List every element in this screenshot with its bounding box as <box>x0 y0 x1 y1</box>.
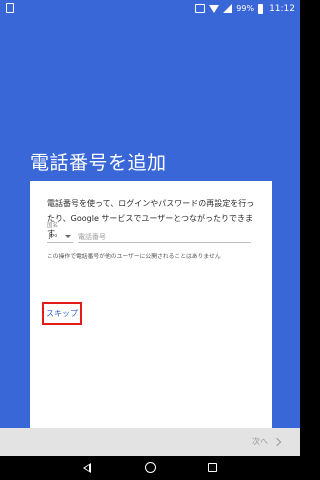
status-time: 11:12 <box>269 3 295 14</box>
navigation-bar <box>0 456 300 480</box>
wifi-icon <box>209 4 220 13</box>
battery-icon <box>258 3 264 14</box>
page-title: 電話番号を追加 <box>30 152 167 174</box>
home-icon[interactable] <box>145 462 156 473</box>
dropdown-caret-icon <box>65 235 71 238</box>
vibrate-icon <box>195 4 206 13</box>
signal-icon <box>223 4 233 13</box>
skip-button[interactable]: スキップ <box>44 305 80 322</box>
status-icons: 99% 11:12 <box>195 2 295 15</box>
battery-percent: 99% <box>236 4 255 13</box>
country-label: 国名 <box>47 223 59 229</box>
country-select[interactable]: JP <box>47 231 73 243</box>
next-label: 次へ <box>252 437 268 446</box>
privacy-notice: この操作で電話番号が他のユーザーに公開されることはありません <box>47 254 221 260</box>
next-button[interactable]: 次へ <box>252 436 282 447</box>
bottom-action-bar: 次へ <box>0 428 300 456</box>
status-bar: 99% 11:12 <box>0 0 300 17</box>
chevron-right-icon <box>272 437 282 446</box>
recent-apps-icon[interactable] <box>208 463 217 472</box>
back-icon[interactable] <box>83 463 91 473</box>
country-code: JP <box>49 233 54 240</box>
sim-icon <box>6 3 14 13</box>
phone-number-input[interactable] <box>78 231 251 243</box>
